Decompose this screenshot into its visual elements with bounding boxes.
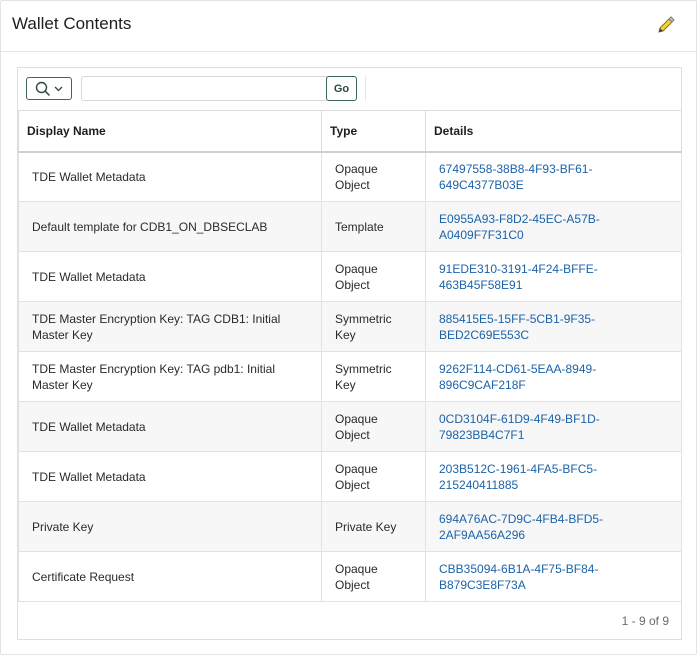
column-header-details[interactable]: Details (425, 110, 682, 153)
details-link[interactable]: 67497558-38B8-4F93-BF61-649C4377B03E (439, 162, 592, 192)
details-link[interactable]: E0955A93-F8D2-45EC-A57B-A0409F7F31C0 (439, 212, 600, 242)
wallet-contents-table: Display Name Type Details TDE Wallet Met… (18, 110, 682, 602)
cell-type: Symmetric Key (321, 351, 426, 402)
cell-display-name: Certificate Request (18, 551, 322, 602)
cell-display-name: Default template for CDB1_ON_DBSECLAB (18, 201, 322, 252)
cell-display-name: TDE Wallet Metadata (18, 251, 322, 302)
cell-display-name: TDE Master Encryption Key: TAG pdb1: Ini… (18, 351, 322, 402)
cell-type: Opaque Object (321, 401, 426, 452)
cell-details: CBB35094-6B1A-4F75-BF84-B879C3E8F73A (425, 551, 682, 602)
cell-details: 0CD3104F-61D9-4F49-BF1D-79823BB4C7F1 (425, 401, 682, 452)
wallet-contents-card: Wallet Contents Go Display Name Type Det… (0, 0, 697, 655)
search-icon (35, 81, 51, 96)
table-header-row: Display Name Type Details (18, 110, 682, 153)
details-link[interactable]: 91EDE310-3191-4F24-BFFE-463B45F58E91 (439, 262, 598, 292)
table-row: TDE Master Encryption Key: TAG pdb1: Ini… (18, 351, 682, 402)
cell-display-name: Private Key (18, 501, 322, 552)
table-row: Private Key Private Key 694A76AC-7D9C-4F… (18, 501, 682, 552)
search-input[interactable] (81, 76, 327, 101)
table-row: Certificate Request Opaque Object CBB350… (18, 551, 682, 602)
details-link[interactable]: 885415E5-15FF-5CB1-9F35-BED2C69E553C (439, 312, 595, 342)
page-title: Wallet Contents (12, 14, 132, 33)
cell-type: Symmetric Key (321, 301, 426, 352)
pagination-info: 1 - 9 of 9 (621, 614, 669, 628)
pencil-icon (658, 16, 675, 33)
details-link[interactable]: CBB35094-6B1A-4F75-BF84-B879C3E8F73A (439, 562, 598, 592)
cell-details: 9262F114-CD61-5EAA-8949-896C9CAF218F (425, 351, 682, 402)
cell-display-name: TDE Wallet Metadata (18, 151, 322, 202)
cell-details: 885415E5-15FF-5CB1-9F35-BED2C69E553C (425, 301, 682, 352)
report-region: Go Display Name Type Details TDE Wallet … (17, 67, 682, 640)
table-row: TDE Wallet Metadata Opaque Object 674975… (18, 151, 682, 202)
details-link[interactable]: 0CD3104F-61D9-4F49-BF1D-79823BB4C7F1 (439, 412, 600, 442)
cell-type: Template (321, 201, 426, 252)
details-link[interactable]: 694A76AC-7D9C-4FB4-BFD5-2AF9AA56A296 (439, 512, 603, 542)
column-header-display-name[interactable]: Display Name (18, 110, 322, 153)
cell-display-name: TDE Wallet Metadata (18, 401, 322, 452)
toolbar-divider (365, 76, 366, 101)
details-link[interactable]: 203B512C-1961-4FA5-BFC5-215240411885 (439, 462, 597, 492)
cell-type: Opaque Object (321, 151, 426, 202)
search-column-menu-button[interactable] (26, 77, 72, 100)
cell-details: 67497558-38B8-4F93-BF61-649C4377B03E (425, 151, 682, 202)
cell-display-name: TDE Wallet Metadata (18, 451, 322, 502)
table-row: TDE Wallet Metadata Opaque Object 0CD310… (18, 401, 682, 452)
cell-type: Opaque Object (321, 551, 426, 602)
chevron-down-icon (54, 86, 63, 91)
table-row: Default template for CDB1_ON_DBSECLAB Te… (18, 201, 682, 252)
cell-type: Private Key (321, 501, 426, 552)
cell-details: 91EDE310-3191-4F24-BFFE-463B45F58E91 (425, 251, 682, 302)
cell-details: 694A76AC-7D9C-4FB4-BFD5-2AF9AA56A296 (425, 501, 682, 552)
cell-type: Opaque Object (321, 251, 426, 302)
cell-display-name: TDE Master Encryption Key: TAG CDB1: Ini… (18, 301, 322, 352)
table-row: TDE Master Encryption Key: TAG CDB1: Ini… (18, 301, 682, 352)
column-header-type[interactable]: Type (321, 110, 426, 153)
cell-details: 203B512C-1961-4FA5-BFC5-215240411885 (425, 451, 682, 502)
table-row: TDE Wallet Metadata Opaque Object 91EDE3… (18, 251, 682, 302)
card-header: Wallet Contents (1, 1, 696, 52)
cell-details: E0955A93-F8D2-45EC-A57B-A0409F7F31C0 (425, 201, 682, 252)
go-button[interactable]: Go (326, 76, 357, 101)
table-row: TDE Wallet Metadata Opaque Object 203B51… (18, 451, 682, 502)
report-toolbar: Go (18, 68, 681, 110)
edit-button[interactable] (656, 15, 676, 35)
details-link[interactable]: 9262F114-CD61-5EAA-8949-896C9CAF218F (439, 362, 596, 392)
cell-type: Opaque Object (321, 451, 426, 502)
